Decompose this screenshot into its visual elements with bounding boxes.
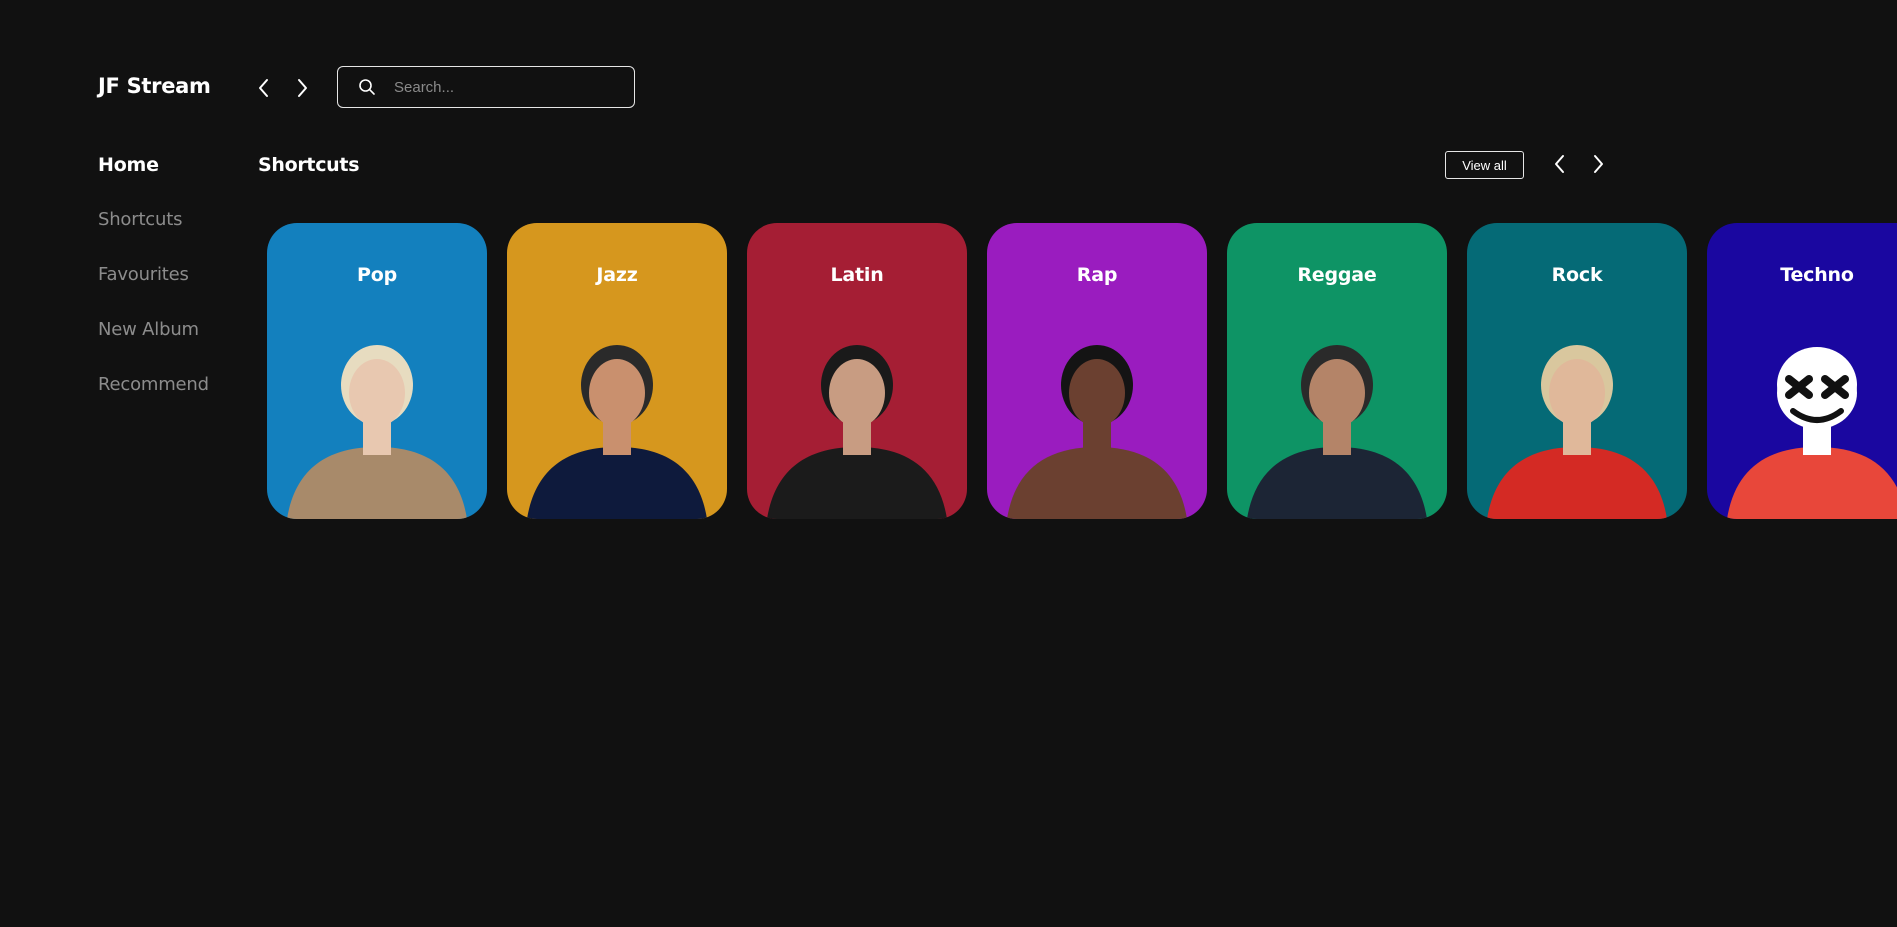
- chevron-left-icon: [259, 79, 268, 97]
- artist-image: [1247, 345, 1427, 519]
- genre-card-label: Techno: [1780, 264, 1854, 286]
- genre-card-rap[interactable]: Rap: [987, 223, 1207, 519]
- sidebar-item-favourites[interactable]: Favourites: [98, 264, 209, 319]
- sidebar-item-new-album[interactable]: New Album: [98, 319, 209, 374]
- genre-card-techno[interactable]: Techno: [1707, 223, 1897, 519]
- genre-card-pop[interactable]: Pop: [267, 223, 487, 519]
- chevron-left-icon: [1555, 155, 1564, 173]
- search-icon: [358, 78, 376, 96]
- artist-image: [1727, 347, 1897, 519]
- history-forward-button[interactable]: [290, 76, 314, 100]
- genre-card-label: Rap: [1076, 264, 1118, 286]
- history-back-button[interactable]: [252, 76, 276, 100]
- sidebar-nav: Home Shortcuts Favourites New Album Reco…: [98, 154, 209, 429]
- genre-card-label: Rock: [1551, 264, 1603, 286]
- sidebar-item-recommend[interactable]: Recommend: [98, 374, 209, 429]
- genre-card-label: Reggae: [1297, 264, 1377, 286]
- section-title: Shortcuts: [258, 154, 360, 176]
- carousel-next-button[interactable]: [1586, 152, 1610, 176]
- genre-card-label: Latin: [830, 264, 884, 286]
- sidebar-item-shortcuts[interactable]: Shortcuts: [98, 209, 209, 264]
- genre-card-label: Jazz: [596, 264, 638, 286]
- genre-card-label: Pop: [357, 264, 397, 286]
- view-all-button[interactable]: View all: [1445, 151, 1524, 179]
- search-input[interactable]: [392, 77, 616, 97]
- artist-image: [287, 345, 467, 519]
- artist-image: [1007, 345, 1187, 519]
- artist-image: [767, 345, 947, 519]
- sidebar-item-home[interactable]: Home: [98, 154, 209, 209]
- genre-card-reggae[interactable]: Reggae: [1227, 223, 1447, 519]
- genre-carousel: Pop Jazz Latin Rap Reggae Rock Techno: [267, 223, 1897, 519]
- artist-image: [527, 345, 707, 519]
- artist-image: [1487, 345, 1667, 519]
- app-root: JF Stream Home Shortcuts Favourites New …: [0, 0, 1897, 927]
- chevron-right-icon: [298, 79, 307, 97]
- genre-card-rock[interactable]: Rock: [1467, 223, 1687, 519]
- chevron-right-icon: [1594, 155, 1603, 173]
- genre-card-latin[interactable]: Latin: [747, 223, 967, 519]
- brand-logo[interactable]: JF Stream: [98, 74, 211, 98]
- search-box: [337, 66, 635, 108]
- genre-card-jazz[interactable]: Jazz: [507, 223, 727, 519]
- carousel-prev-button[interactable]: [1548, 152, 1572, 176]
